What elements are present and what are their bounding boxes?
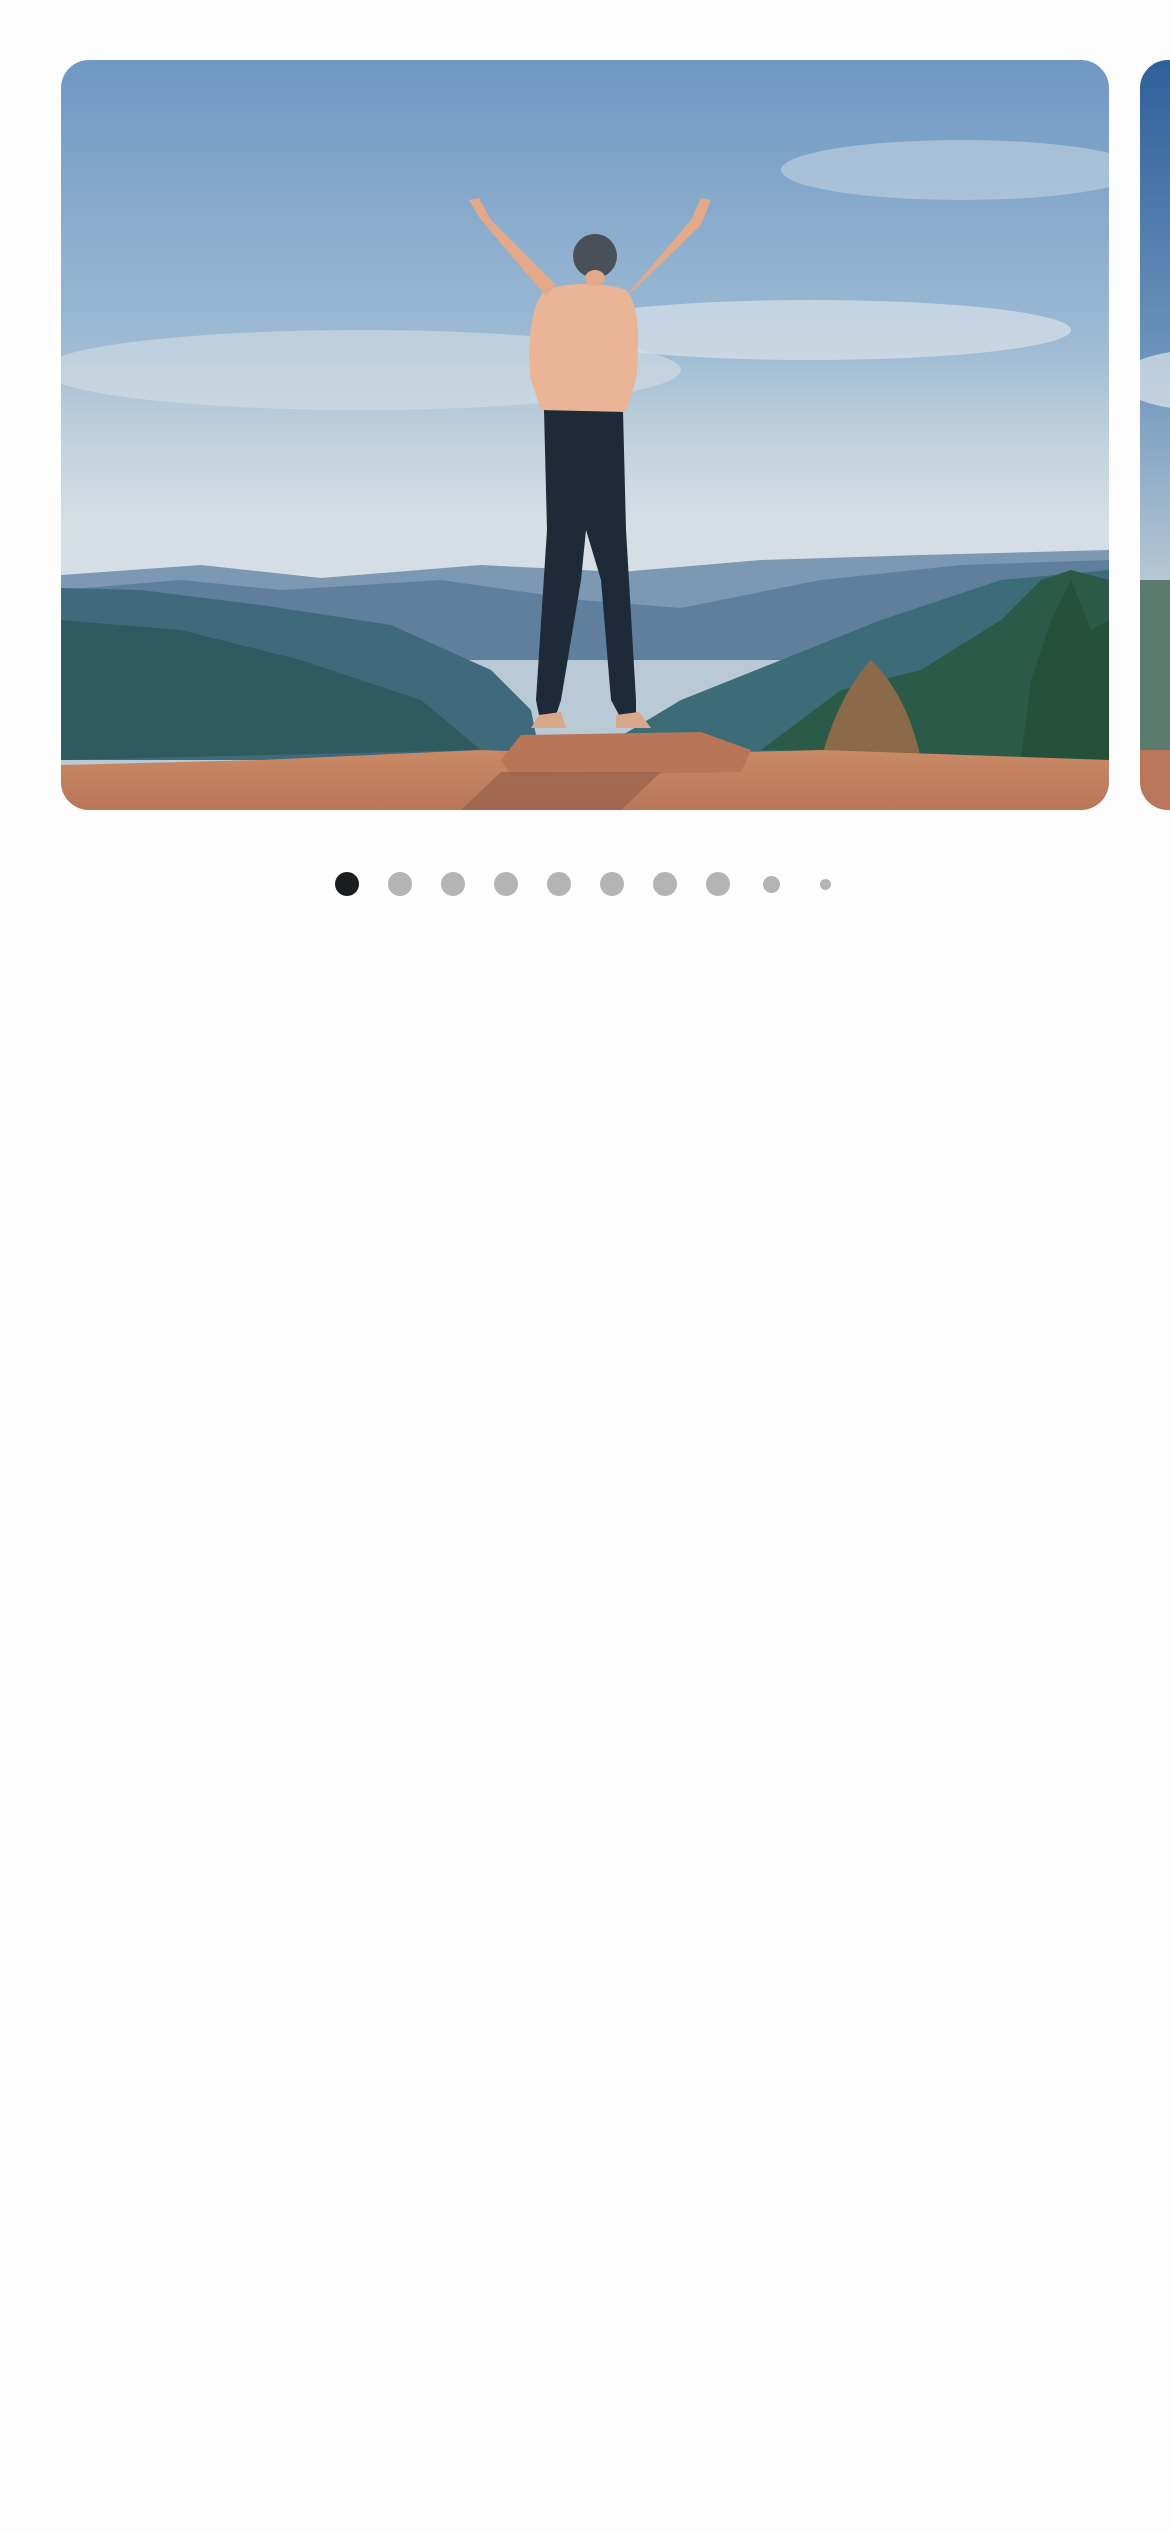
page-dot-10[interactable] xyxy=(820,879,831,890)
page-dot-8[interactable] xyxy=(706,872,730,896)
carousel-slide-2[interactable] xyxy=(1140,60,1170,810)
page-dot-9[interactable] xyxy=(763,876,780,893)
page-dot-1[interactable] xyxy=(335,872,359,896)
slide-1-image xyxy=(61,60,1109,810)
carousel-page-indicator[interactable] xyxy=(0,870,1170,898)
slide-2-image xyxy=(1140,60,1170,810)
page-dot-3[interactable] xyxy=(441,872,465,896)
page-dot-2[interactable] xyxy=(388,872,412,896)
image-carousel[interactable] xyxy=(0,60,1170,810)
carousel-slide-1[interactable] xyxy=(61,60,1109,810)
page-dot-4[interactable] xyxy=(494,872,518,896)
page-dot-6[interactable] xyxy=(600,872,624,896)
page-dot-5[interactable] xyxy=(547,872,571,896)
page-dot-7[interactable] xyxy=(653,872,677,896)
screen xyxy=(0,0,1170,2532)
